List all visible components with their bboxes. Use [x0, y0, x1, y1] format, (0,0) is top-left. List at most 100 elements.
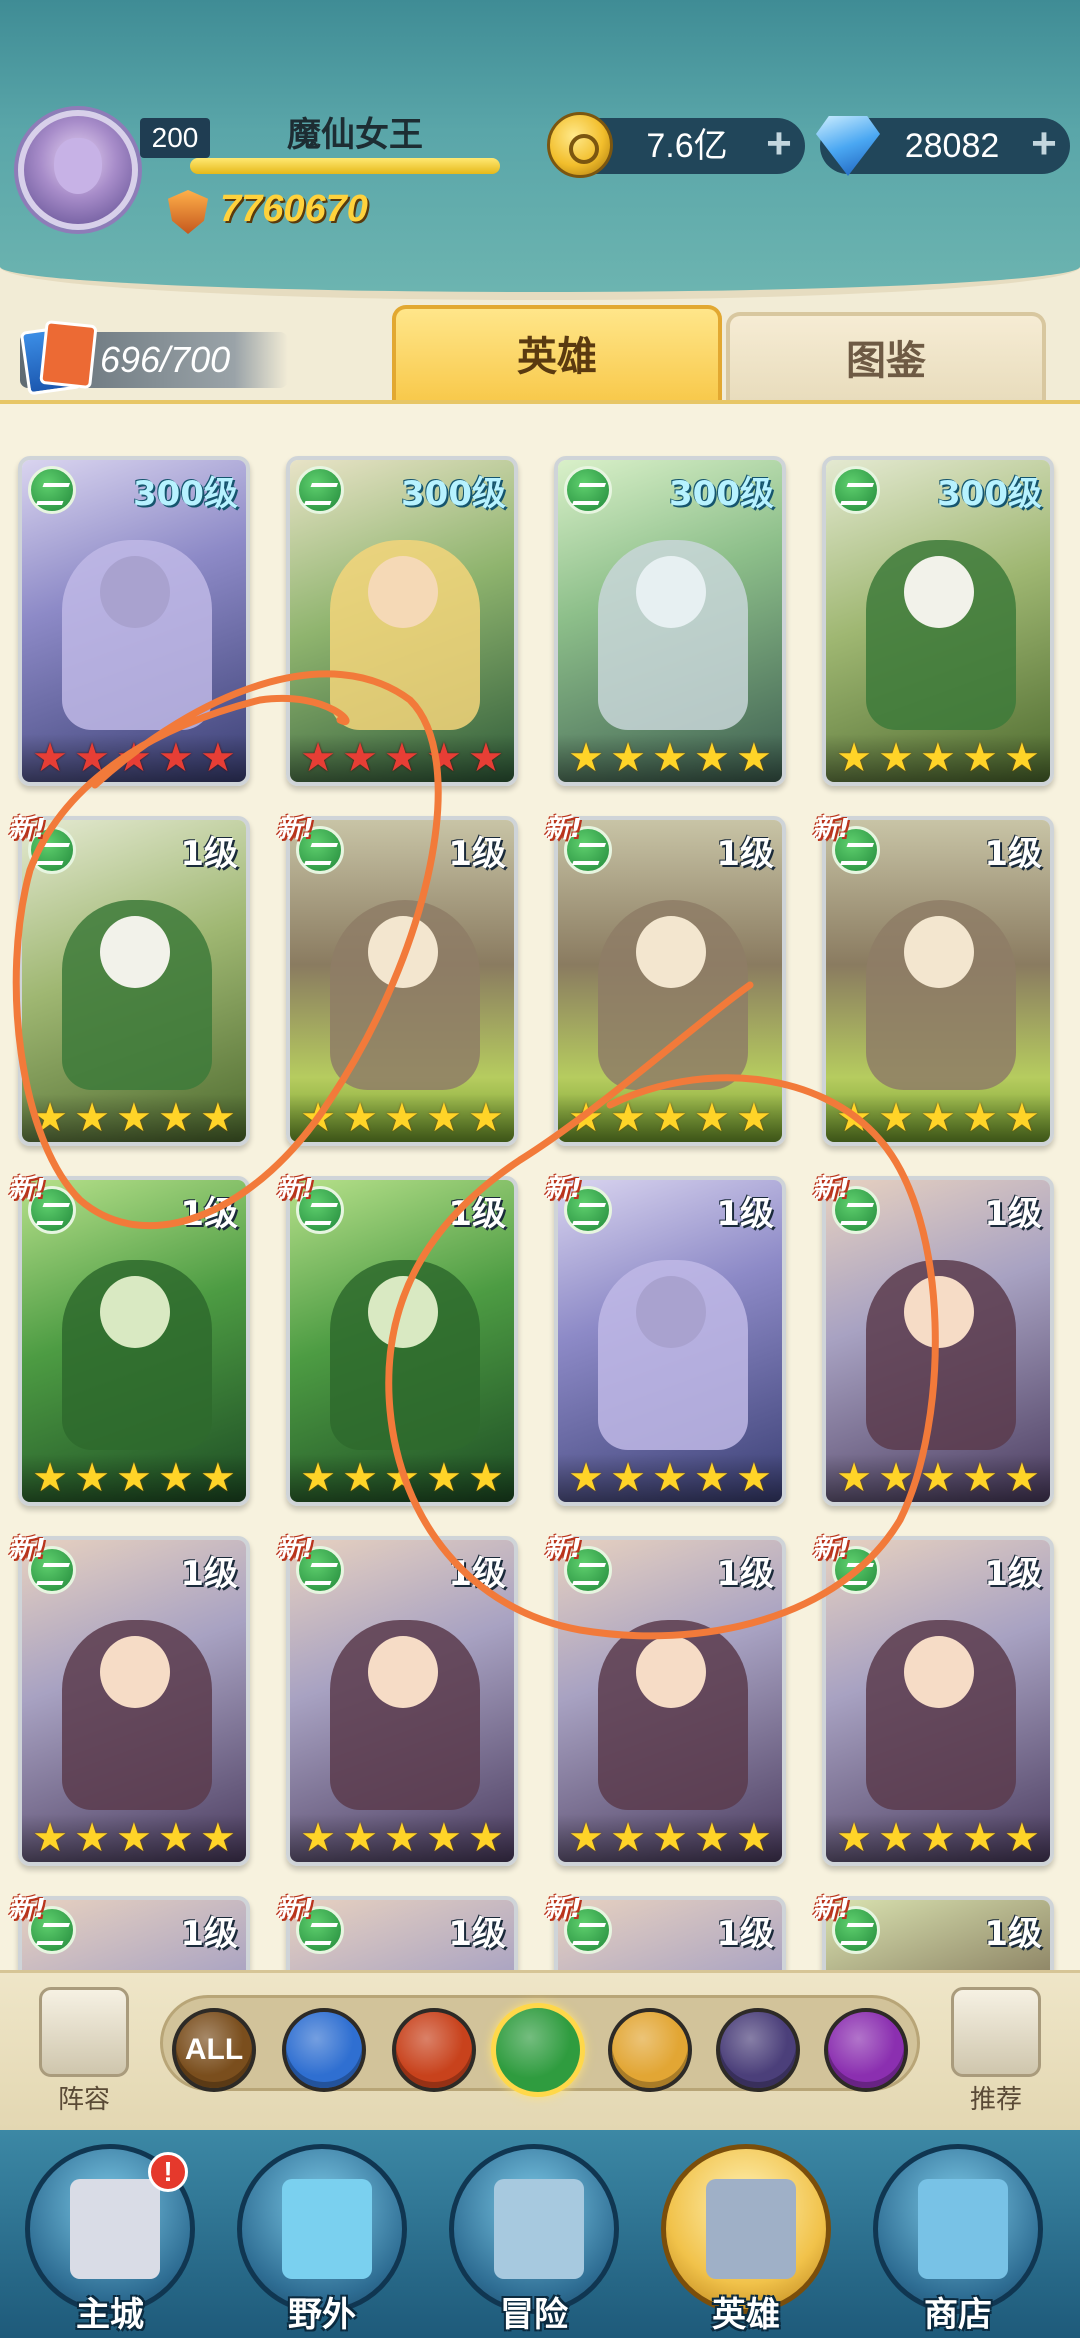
star-icon: ★: [652, 736, 688, 780]
hero-level: 1级: [180, 1194, 238, 1234]
new-tag: 新!: [8, 1534, 46, 1564]
hero-card[interactable]: 1级★★★★★: [554, 1896, 786, 1970]
hero-face: [904, 1636, 974, 1708]
hero-card[interactable]: 300级 ★ ★ ★ ★ ★: [286, 456, 518, 786]
hero-face: [100, 556, 170, 628]
hero-stars: ★ ★ ★ ★ ★: [826, 734, 1050, 782]
hero-stars: ★ ★ ★ ★ ★: [290, 1094, 514, 1142]
xp-fill: [190, 158, 500, 174]
add-gold-button[interactable]: +: [761, 122, 797, 166]
star-icon: ★: [32, 1096, 68, 1140]
faction-filter-forest[interactable]: [491, 2003, 585, 2097]
star-icon: ★: [116, 1816, 152, 1860]
star-icon: ★: [300, 1816, 336, 1860]
hero-level: 1级: [984, 834, 1042, 874]
hero-card[interactable]: 1级★★★★★: [286, 1896, 518, 1970]
star-icon: ★: [158, 1096, 194, 1140]
star-icon: ★: [342, 1456, 378, 1500]
new-tag: 新!: [276, 814, 314, 844]
hero-card[interactable]: 300级 ★ ★ ★ ★ ★: [822, 456, 1054, 786]
hero-card[interactable]: 1级★★★★★: [18, 1176, 250, 1506]
star-icon: ★: [467, 1456, 504, 1500]
hero-card[interactable]: 1级★★★★★: [286, 1536, 518, 1866]
hero-level: 1级: [716, 834, 774, 874]
thumbs-up-icon: [951, 1987, 1041, 2077]
hero-grid: 300级 ★ ★ ★ ★ ★ 300级 ★ ★ ★ ★ ★ 300级 ★ ★ ★ ★ ★ 300级 ★ ★ ★ ★ ★ 1级 ★ ★…: [0, 400, 1080, 1970]
star-icon: ★: [836, 1456, 872, 1500]
faction-filter-all[interactable]: ALL: [172, 2008, 256, 2092]
star-icon: ★: [384, 1456, 420, 1500]
lineup-button[interactable]: 阵容: [24, 1983, 144, 2123]
tab-gallery[interactable]: 图鉴: [726, 312, 1046, 402]
hero-card[interactable]: 1级★★★★★: [18, 1536, 250, 1866]
diamond-icon: [816, 116, 880, 176]
hero-stars: ★ ★ ★ ★ ★: [290, 734, 514, 782]
gem-value: 28082: [904, 127, 1000, 165]
hero-face: [636, 1276, 706, 1348]
hero-card[interactable]: 1级★★★★★: [554, 816, 786, 1146]
star-icon: ★: [920, 736, 956, 780]
hero-face: [100, 1636, 170, 1708]
star-icon: ★: [1003, 1456, 1040, 1500]
star-icon: ★: [962, 1456, 998, 1500]
tab-heroes[interactable]: 英雄: [392, 305, 722, 401]
forest-faction-icon: [832, 466, 880, 514]
hero-card[interactable]: 1级★★★★★: [18, 816, 250, 1146]
add-gems-button[interactable]: +: [1026, 122, 1062, 166]
nav-label: 野外: [288, 2295, 356, 2335]
faction-filter-water[interactable]: [282, 2008, 366, 2092]
faction-filter-light[interactable]: [608, 2008, 692, 2092]
nav-item[interactable]: 冒险: [434, 2144, 634, 2338]
hero-stars: ★ ★ ★ ★ ★: [558, 1454, 782, 1502]
new-tag: 新!: [812, 1534, 850, 1564]
star-icon: ★: [652, 1816, 688, 1860]
star-icon: ★: [384, 1816, 420, 1860]
nav-picture: [918, 2179, 1008, 2279]
star-icon: ★: [1003, 736, 1040, 780]
hero-card[interactable]: 1级★★★★★: [286, 1176, 518, 1506]
star-icon: ★: [920, 1816, 956, 1860]
nav-item[interactable]: 野外: [222, 2144, 422, 2338]
nav-picture: [282, 2179, 372, 2279]
star-icon: ★: [568, 1456, 604, 1500]
recommend-label: 推荐: [969, 2085, 1022, 2115]
hero-level: 1级: [448, 1554, 506, 1594]
faction-filter-fire[interactable]: [392, 2008, 476, 2092]
faction-filter-shadow[interactable]: [716, 2008, 800, 2092]
hero-card[interactable]: 1级★★★★★: [18, 1896, 250, 1970]
faction-filter-chaos[interactable]: [824, 2008, 908, 2092]
gem-resource: 28082 +: [816, 116, 1070, 176]
star-icon: ★: [836, 1096, 872, 1140]
hero-card[interactable]: 300级 ★ ★ ★ ★ ★: [554, 456, 786, 786]
hero-face: [100, 1276, 170, 1348]
nav-item[interactable]: 商店: [858, 2144, 1058, 2338]
star-icon: ★: [74, 736, 110, 780]
recommend-button[interactable]: 推荐: [936, 1983, 1056, 2123]
star-icon: ★: [32, 1456, 68, 1500]
filter-all-label: ALL: [184, 2033, 244, 2066]
alert-badge-icon: !: [148, 2152, 188, 2192]
hero-stars: ★ ★ ★ ★ ★: [22, 1094, 246, 1142]
hero-card[interactable]: 1级★★★★★: [822, 1176, 1054, 1506]
star-icon: ★: [610, 1096, 646, 1140]
star-icon: ★: [342, 736, 378, 780]
nav-item[interactable]: 英雄: [646, 2144, 846, 2338]
hero-card[interactable]: 1级★★★★★: [554, 1176, 786, 1506]
hero-card[interactable]: 1级★★★★★: [822, 1896, 1054, 1970]
hero-card[interactable]: 1级★★★★★: [822, 1536, 1054, 1866]
star-icon: ★: [342, 1816, 378, 1860]
new-tag: 新!: [8, 1174, 46, 1204]
hero-card[interactable]: 1级★★★★★: [554, 1536, 786, 1866]
star-icon: ★: [610, 736, 646, 780]
player-avatar[interactable]: [18, 110, 138, 230]
star-icon: ★: [426, 1816, 462, 1860]
star-icon: ★: [384, 1096, 420, 1140]
hero-card[interactable]: 1级★★★★★: [286, 816, 518, 1146]
hero-card[interactable]: 300级 ★ ★ ★ ★ ★: [18, 456, 250, 786]
hero-card[interactable]: 1级★★★★★: [822, 816, 1054, 1146]
star-icon: ★: [735, 1456, 772, 1500]
star-icon: ★: [74, 1816, 110, 1860]
nav-item[interactable]: 主城!: [10, 2144, 210, 2338]
new-tag: 新!: [544, 814, 582, 844]
new-tag: 新!: [276, 1174, 314, 1204]
